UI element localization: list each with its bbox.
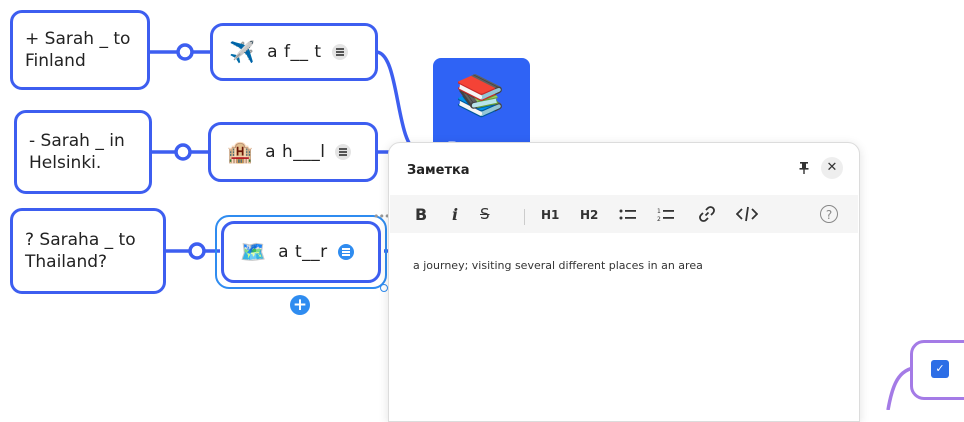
subtopic-text: a h___l	[265, 142, 326, 162]
topic-text: + Sarah _ to Finland	[25, 29, 131, 71]
h1-button[interactable]: H1	[541, 208, 559, 222]
airplane-icon: ✈️	[229, 39, 256, 64]
bold-button[interactable]: B	[415, 205, 427, 224]
pin-icon[interactable]	[799, 161, 809, 179]
map-icon: 🗺️	[240, 239, 267, 264]
link-icon[interactable]	[698, 205, 716, 227]
italic-button[interactable]: i	[452, 205, 458, 224]
books-icon: 📚	[455, 73, 505, 119]
note-content[interactable]: a journey; visiting several different pl…	[413, 259, 703, 272]
note-icon[interactable]	[335, 144, 352, 160]
help-icon[interactable]: ?	[820, 205, 838, 223]
topic-node-helsinki[interactable]: - Sarah _ in Helsinki.	[14, 110, 152, 194]
hotel-icon: 🏨	[227, 139, 254, 164]
subtopic-text: a t__r	[278, 242, 328, 262]
toolbar-divider	[524, 209, 525, 225]
bullet-list-icon[interactable]	[619, 207, 637, 227]
more-options-icon[interactable]: •••	[373, 210, 390, 223]
topic-text: ? Saraha _ to Thailand?	[25, 230, 136, 272]
subtopic-node-atr[interactable]: 🗺️ a t__r	[221, 221, 381, 283]
note-panel: Заметка ✕ B i S H1 H2 12 ? a journey; vi…	[388, 142, 860, 422]
svg-text:2: 2	[657, 216, 661, 223]
subtopic-node-aft[interactable]: ✈️ a f__ t	[210, 23, 378, 81]
chart-icon: ✓	[931, 360, 949, 378]
strikethrough-button[interactable]: S	[480, 205, 490, 223]
subtopic-node-ahl[interactable]: 🏨 a h___l	[208, 122, 378, 182]
resize-handle[interactable]	[380, 284, 388, 292]
topic-node-finland[interactable]: + Sarah _ to Finland	[10, 10, 150, 90]
topic-node-thailand[interactable]: ? Saraha _ to Thailand?	[10, 208, 166, 294]
add-node-button[interactable]: +	[290, 295, 310, 315]
note-icon[interactable]	[337, 244, 354, 260]
close-icon[interactable]: ✕	[821, 157, 843, 179]
code-icon[interactable]	[735, 205, 759, 227]
note-icon[interactable]	[331, 44, 348, 60]
note-panel-title: Заметка	[407, 163, 470, 178]
svg-text:1: 1	[657, 208, 661, 215]
subtopic-text: a f__ t	[267, 42, 322, 62]
topic-text: - Sarah _ in Helsinki.	[29, 131, 125, 173]
right-topic-node[interactable]: ✓	[910, 340, 964, 400]
numbered-list-icon[interactable]: 12	[657, 207, 675, 227]
h2-button[interactable]: H2	[580, 208, 598, 222]
